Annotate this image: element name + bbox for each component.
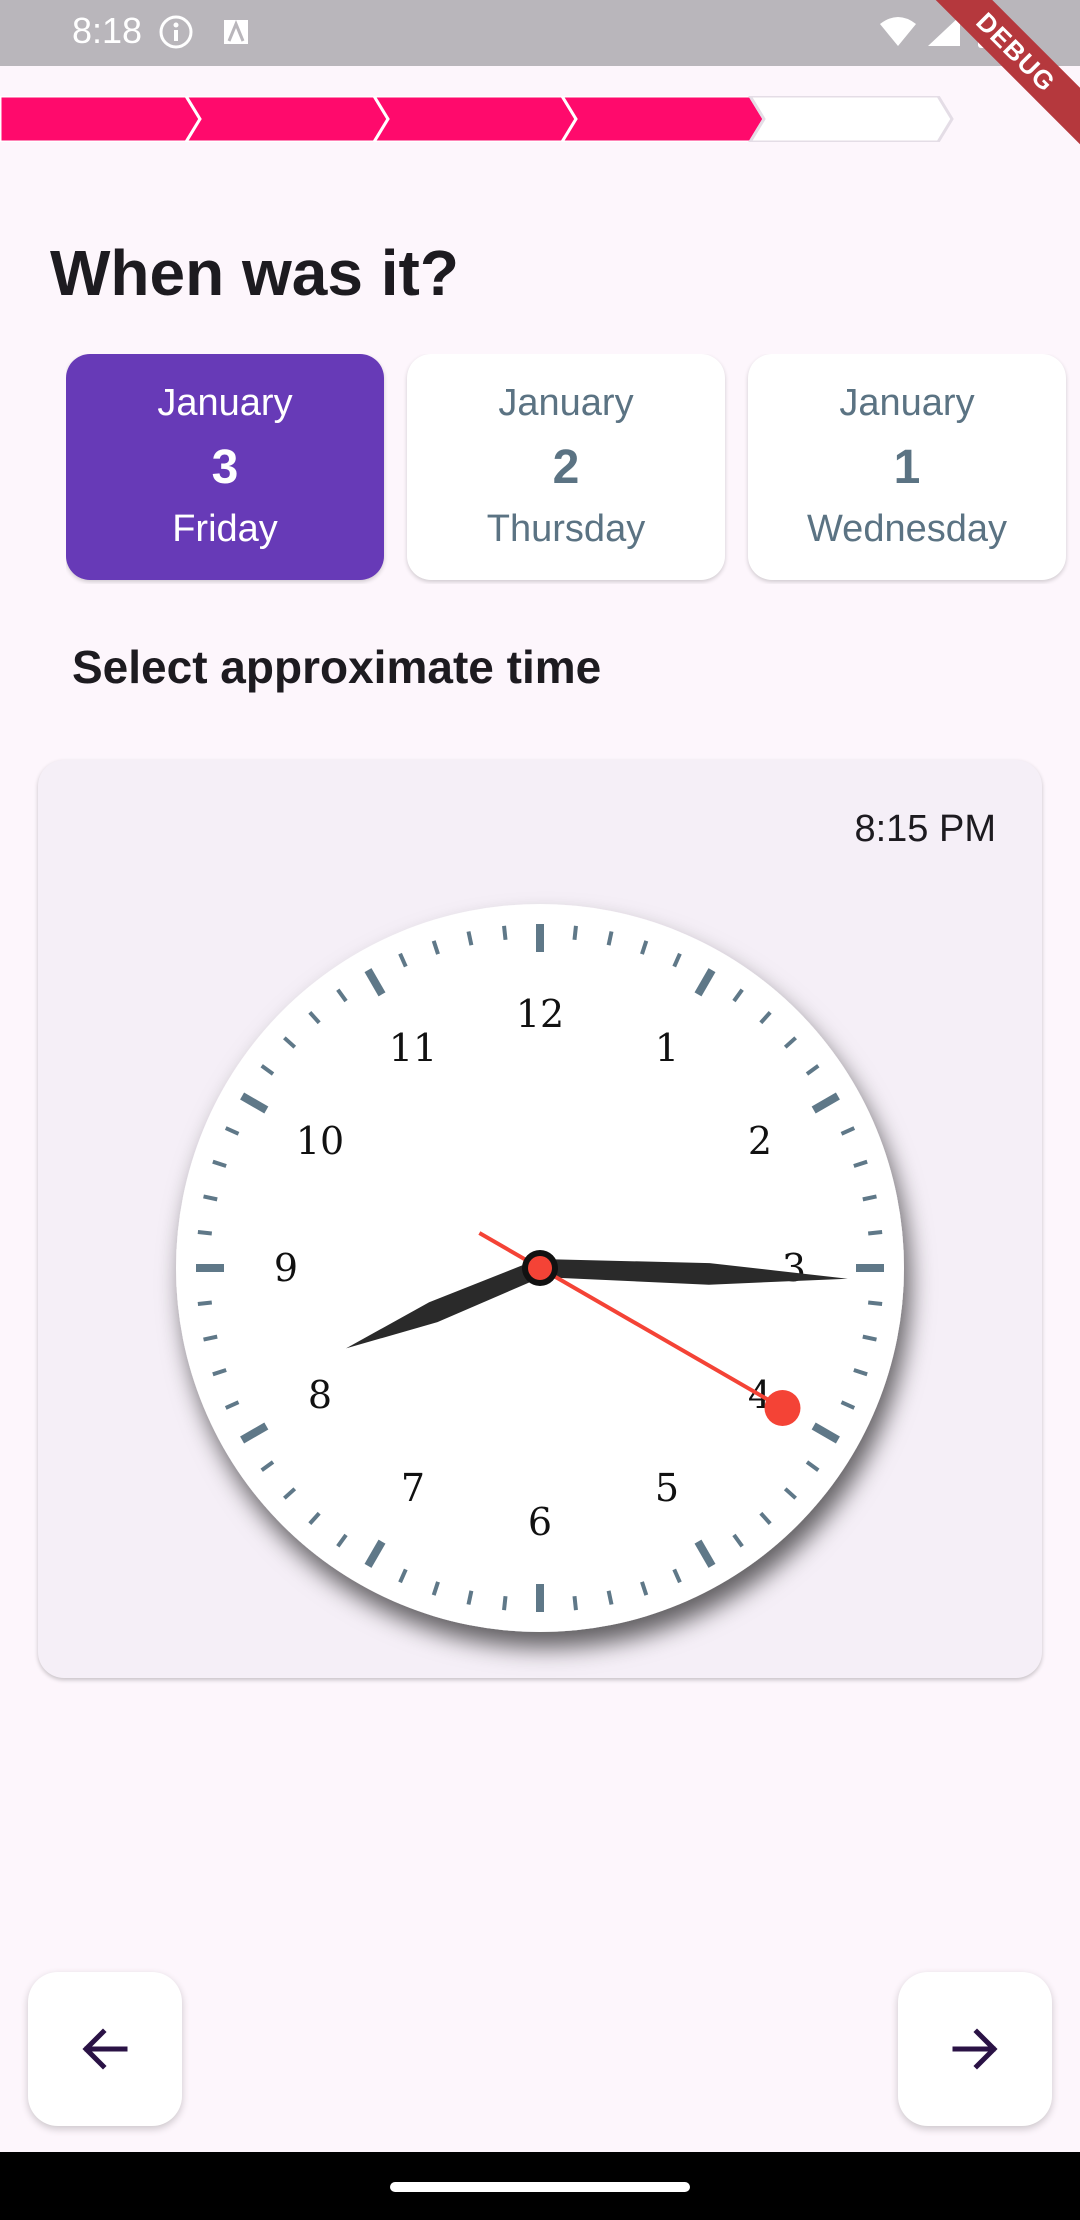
progress-step [747,94,954,144]
date-month: January [498,382,634,424]
clock-number: 5 [655,1466,679,1510]
date-month: January [839,382,975,424]
time-picker-card: 8:15 PM 121234567891011 [38,760,1042,1678]
arrow-left-icon [82,2028,128,2070]
progress-step [0,94,202,144]
date-weekday: Thursday [486,508,646,550]
date-day: 2 [552,441,580,494]
minute-tick [502,925,508,941]
minute-tick [862,1194,877,1202]
minute-tick [466,1590,474,1605]
minute-tick [867,1300,883,1306]
minute-tick [867,1230,883,1236]
second-hand-knob[interactable] [764,1390,801,1426]
status-left-icons [158,14,248,59]
gesture-navigation-bar [0,2152,1080,2220]
next-button[interactable] [898,1972,1052,2126]
page-title: When was it? [50,237,459,309]
progress-step [371,94,578,144]
minute-tick [862,1334,877,1342]
clock-number: 12 [516,992,564,1036]
minute-tick [572,1595,578,1611]
minute-tick [203,1194,218,1202]
time-section-label: Select approximate time [72,641,602,693]
minute-tick [203,1334,218,1342]
date-card-jan-1[interactable]: January 1 Wednesday [748,354,1066,580]
progress-stepper [0,94,1080,144]
clock-number: 9 [274,1246,298,1290]
clock-number: 6 [528,1500,552,1544]
minute-tick [197,1300,213,1306]
minute-tick [606,931,614,946]
status-time: 8:18 [72,10,143,51]
info-icon [159,15,193,49]
clock-number: 1 [655,1026,679,1070]
wifi-icon [880,17,916,46]
status-bar: 8:18 DEBUG [0,0,1080,151]
arrow-right-icon [952,2028,998,2070]
home-indicator[interactable] [390,2182,690,2192]
minute-tick [572,925,578,941]
date-weekday: Wednesday [807,508,1007,550]
font-download-icon [224,20,248,44]
date-card-jan-2[interactable]: January 2 Thursday [407,354,725,580]
clock-number: 7 [401,1466,425,1510]
clock-number: 10 [296,1119,344,1163]
clock-number: 2 [748,1119,772,1163]
clock-hub-center [528,1256,552,1280]
clock-number: 8 [308,1373,332,1417]
date-day: 1 [893,441,921,494]
signal-icon [928,16,960,46]
clock-number: 11 [389,1026,437,1070]
date-day: 3 [211,441,239,494]
date-weekday: Friday [172,508,278,550]
progress-step [559,94,766,144]
clock-number: 3 [782,1246,806,1290]
minute-tick [502,1595,508,1611]
minute-tick [197,1230,213,1236]
progress-step [183,94,390,144]
date-month: January [157,382,293,424]
analog-clock[interactable]: 121234567891011 [38,760,1042,1678]
minute-tick [606,1590,614,1605]
date-selector: January 3 Friday January 2 Thursday Janu… [66,354,1080,584]
date-card-jan-3[interactable]: January 3 Friday [66,354,384,580]
back-button[interactable] [28,1972,182,2126]
minute-tick [466,931,474,946]
